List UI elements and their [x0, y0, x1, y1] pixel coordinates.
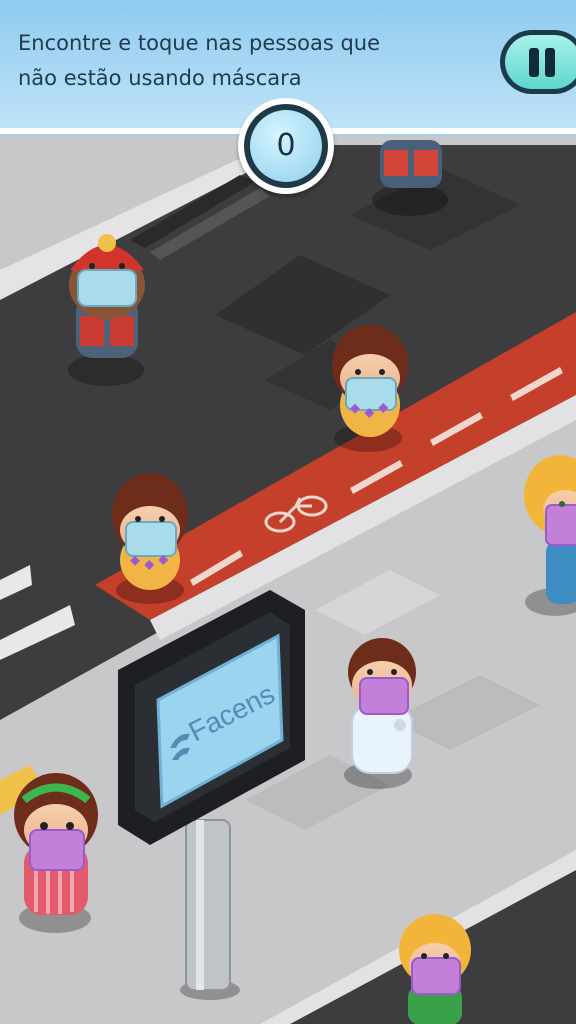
instruction-text: Encontre e toque nas pessoas que não est…	[18, 26, 418, 96]
character-girl-bikelane[interactable]	[112, 473, 188, 590]
instruction-line-1: Encontre e toque nas pessoas que	[18, 31, 381, 55]
instruction-line-2: não estão usando máscara	[18, 66, 302, 90]
pause-button[interactable]	[500, 30, 576, 94]
pause-icon	[505, 35, 576, 89]
character-blonde-bottom[interactable]	[399, 914, 471, 1024]
score-value: 0	[276, 128, 296, 163]
score-counter: 0	[238, 98, 334, 194]
character-partial-top[interactable]	[380, 140, 442, 188]
character-girl-headband[interactable]	[14, 773, 98, 915]
